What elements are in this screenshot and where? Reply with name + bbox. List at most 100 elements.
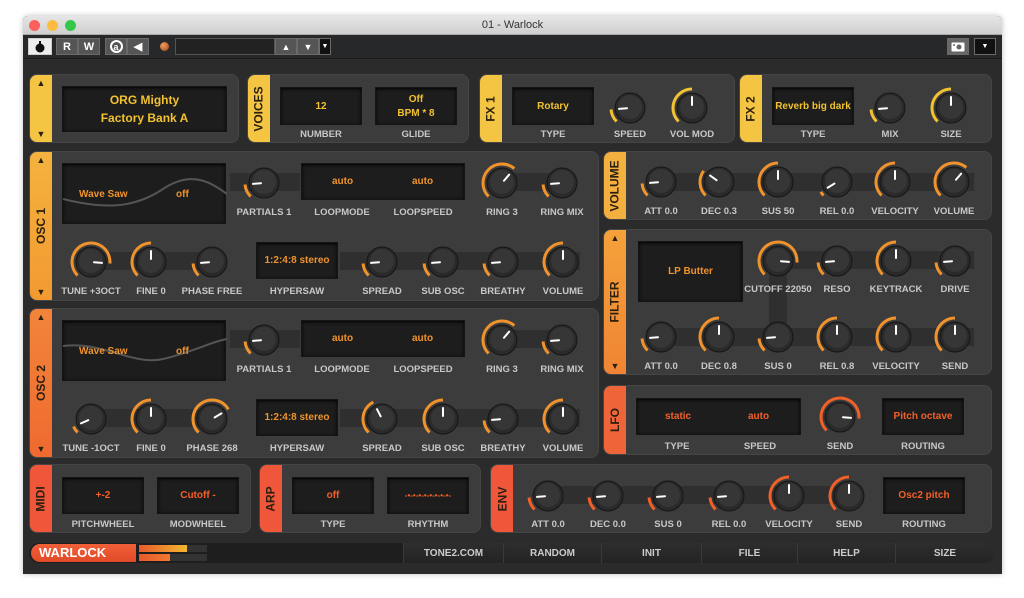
osc1-spread-knob[interactable] — [361, 246, 398, 278]
osc1-wave-display[interactable]: Wave Saw off — [62, 163, 227, 224]
osc2-subosc-knob[interactable] — [422, 398, 459, 435]
arp-rhythm-display[interactable]: -•-•-•-•-•-•-•-•- — [387, 477, 469, 514]
amp-sustain-knob[interactable] — [757, 161, 794, 198]
osc2-wave-display[interactable]: Wave Saw off — [62, 320, 227, 381]
master-volume-knob[interactable] — [933, 161, 970, 198]
fx1-type-display[interactable]: Rotary — [512, 87, 594, 125]
osc1-phase-knob[interactable] — [191, 246, 228, 278]
osc2-ringmix-knob[interactable] — [541, 324, 578, 356]
auto-button[interactable]: a — [105, 38, 127, 55]
modwheel-display[interactable]: Cutoff - — [157, 477, 239, 514]
osc1-down-button[interactable]: ▼ — [37, 287, 46, 297]
env-velocity-knob[interactable] — [768, 475, 805, 512]
pitchwheel-display[interactable]: +-2 — [62, 477, 144, 514]
filter-decay-knob[interactable] — [698, 316, 735, 353]
init-button[interactable]: INIT — [601, 543, 701, 563]
osc2-hypersaw-display[interactable]: 1:2:4:8 stereo — [256, 399, 338, 436]
osc1-up-button[interactable]: ▲ — [37, 155, 46, 165]
osc1-subosc-knob[interactable] — [422, 246, 459, 278]
osc1-tune-knob[interactable] — [70, 241, 112, 278]
fx1-speed-knob[interactable] — [609, 92, 646, 124]
osc2-spread-label: SPREAD — [362, 443, 402, 454]
osc2-spread-knob[interactable] — [361, 400, 398, 435]
fx2-mix-knob[interactable] — [869, 92, 906, 124]
preset-next-button[interactable]: ▼ — [297, 38, 319, 55]
fx2-type-display[interactable]: Reverb big dark — [772, 87, 854, 125]
knob-graphic — [130, 241, 167, 278]
env-send-knob[interactable] — [828, 475, 865, 512]
filter-velocity-label: VELOCITY — [872, 361, 920, 372]
env-routing-display[interactable]: Osc2 pitch — [883, 477, 965, 514]
knob-cap — [252, 327, 276, 351]
osc2-phase-knob[interactable] — [191, 398, 230, 435]
filter-up-button[interactable]: ▲ — [611, 233, 620, 243]
osc2-ring-knob[interactable] — [481, 319, 518, 356]
filter-velocity-knob[interactable] — [875, 316, 912, 353]
lfo-routing-display[interactable]: Pitch octave — [882, 398, 964, 435]
help-button[interactable]: HELP — [797, 543, 895, 563]
osc2-loop-display[interactable]: auto auto — [301, 320, 465, 357]
osc2-breathy-knob[interactable] — [482, 403, 519, 435]
preset-prev-button[interactable]: ▲ — [275, 38, 297, 55]
write-automation-button[interactable]: W — [78, 38, 100, 55]
preset-down-button[interactable]: ▼ — [37, 129, 46, 139]
env-sustain-knob[interactable] — [647, 480, 684, 512]
env-attack-knob[interactable] — [527, 480, 564, 512]
random-button[interactable]: RANDOM — [503, 543, 601, 563]
power-button[interactable] — [28, 38, 52, 55]
voices-number-display[interactable]: 12 — [280, 87, 362, 125]
filter-down-button[interactable]: ▼ — [611, 361, 620, 371]
osc2-fine-knob[interactable] — [130, 398, 167, 435]
osc1-partials-knob[interactable] — [243, 167, 280, 199]
osc2-down-button[interactable]: ▼ — [37, 444, 46, 454]
file-button[interactable]: FILE — [701, 543, 797, 563]
filter-type-display[interactable]: LP Butter — [638, 241, 743, 302]
tone2-link[interactable]: TONE2.COM — [403, 543, 503, 563]
env-release-knob[interactable] — [708, 480, 745, 512]
amp-decay-knob[interactable] — [698, 166, 735, 198]
filter-sustain-knob[interactable] — [757, 321, 794, 353]
filter-send-knob[interactable] — [934, 316, 971, 353]
read-automation-button[interactable]: R — [56, 38, 78, 55]
filter-keytrack-knob[interactable] — [875, 240, 912, 277]
filter-release-knob[interactable] — [816, 316, 853, 353]
preset-display[interactable]: ORG Mighty Factory Bank A — [62, 86, 227, 132]
knob-graphic — [816, 245, 853, 277]
osc1-volume-knob[interactable] — [542, 241, 579, 278]
osc2-tune-knob[interactable] — [72, 403, 107, 435]
fx1-volmod-knob[interactable] — [671, 87, 708, 124]
osc1-loop-display[interactable]: auto auto — [301, 163, 465, 200]
preset-menu-button[interactable]: ▼ — [319, 38, 331, 55]
filter-drive-knob[interactable] — [934, 245, 971, 277]
osc2-up-button[interactable]: ▲ — [37, 312, 46, 322]
glide-display[interactable]: Off BPM * 8 — [375, 87, 457, 125]
amp-attack-knob[interactable] — [640, 166, 677, 198]
knob-pointer — [491, 418, 502, 421]
osc1-breathy-knob[interactable] — [482, 246, 519, 278]
knob-graphic — [482, 246, 519, 278]
osc1-hypersaw-display[interactable]: 1:2:4:8 stereo — [256, 242, 338, 279]
amp-release-knob[interactable] — [819, 166, 853, 198]
filter-attack-knob[interactable] — [640, 321, 677, 353]
osc2-volume-knob[interactable] — [542, 398, 579, 435]
fx2-size-knob[interactable] — [930, 87, 967, 124]
filter-cutoff-knob[interactable] — [757, 240, 799, 277]
filter-reso-knob[interactable] — [816, 245, 853, 277]
knob-pointer — [943, 260, 954, 263]
env-decay-knob[interactable] — [587, 480, 624, 512]
preset-up-button[interactable]: ▲ — [37, 78, 46, 88]
arp-type-display[interactable]: off — [292, 477, 374, 514]
compare-button[interactable]: ◀ — [127, 38, 149, 55]
size-button[interactable]: SIZE — [895, 543, 994, 563]
lfo-send-knob[interactable] — [819, 396, 861, 433]
preset-field[interactable] — [175, 38, 275, 55]
osc1-ring-knob[interactable] — [481, 162, 518, 199]
osc2-partials-knob[interactable] — [243, 324, 280, 356]
lfo-type-speed-display[interactable]: static auto — [636, 398, 801, 435]
settings-menu-button[interactable]: ▼ — [974, 38, 996, 55]
snapshot-button[interactable] — [947, 38, 969, 55]
env-sustain-label: SUS 0 — [654, 519, 682, 530]
osc1-ringmix-knob[interactable] — [541, 167, 578, 199]
amp-velocity-knob[interactable] — [874, 161, 911, 198]
osc1-fine-knob[interactable] — [130, 241, 167, 278]
